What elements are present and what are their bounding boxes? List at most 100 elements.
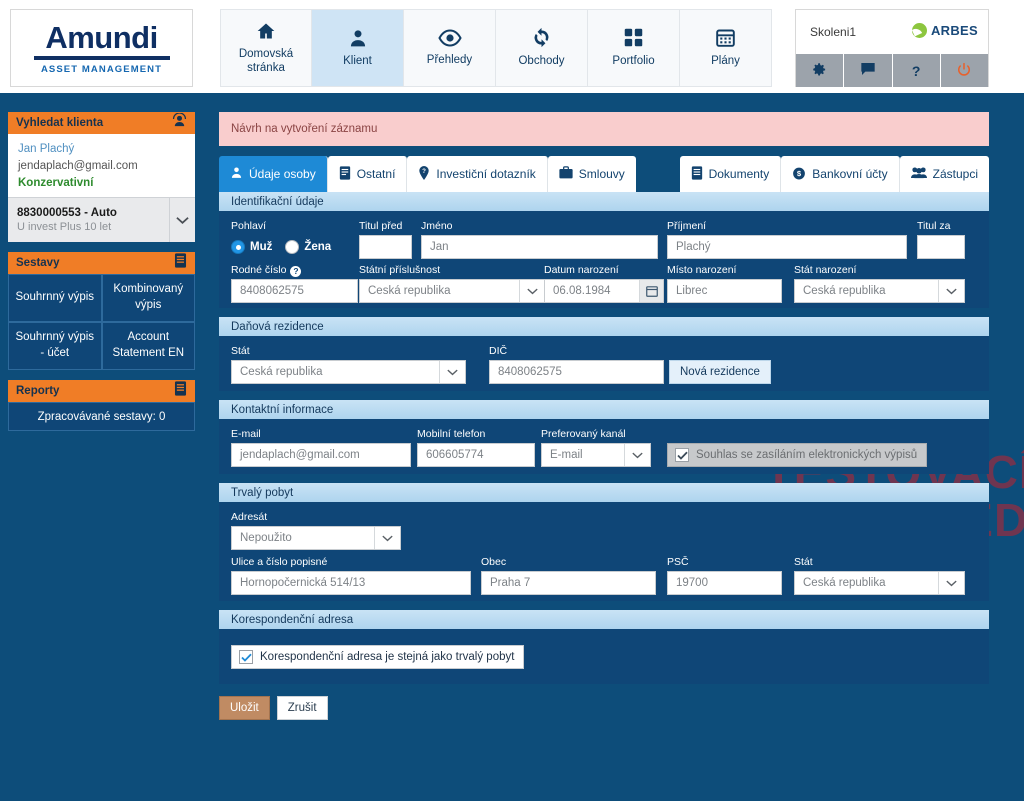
amundi-logo[interactable]: Amundi ASSET MANAGEMENT: [10, 9, 193, 87]
select-value: Česká republika: [240, 366, 323, 378]
account-selector[interactable]: 8830000553 - Auto U invest Plus 10 let: [8, 197, 195, 242]
reporty-panel: Reporty Zpracovávané sestavy: 0: [8, 380, 195, 431]
client-search-header[interactable]: Vyhledat klienta: [8, 112, 195, 134]
field-label: Pohlaví: [231, 220, 267, 232]
rodne-cislo-input[interactable]: 8408062575: [231, 279, 358, 303]
sestavy-header[interactable]: Sestavy: [8, 252, 195, 274]
radio-indicator: [285, 240, 300, 254]
settings-button[interactable]: [796, 54, 845, 87]
tab-udaje-osoby[interactable]: Údaje osoby: [219, 156, 328, 192]
misto-narozeni-input[interactable]: Librec: [667, 279, 782, 303]
field-rodne-cislo: Rodné číslo? 8408062575: [231, 264, 358, 303]
sestava-button-souhrnny-vypis-ucet[interactable]: Souhrnný výpis - účet: [8, 322, 102, 370]
client-email: jendaplach@gmail.com: [18, 160, 138, 172]
sestava-button-account-statement-en[interactable]: Account Statement EN: [101, 322, 195, 370]
select-value: Česká republika: [368, 285, 451, 297]
logo-tagline: ASSET MANAGEMENT: [40, 63, 163, 75]
field-label: Mobilní telefon: [417, 428, 486, 440]
reporty-header[interactable]: Reporty: [8, 380, 195, 402]
trvaly-stat-select[interactable]: Česká republika: [794, 571, 965, 595]
report-icon[interactable]: [174, 253, 187, 273]
question-pin-icon: ?: [418, 165, 430, 183]
dic-input[interactable]: 8408062575: [489, 360, 664, 384]
field-label: Jméno: [421, 220, 453, 232]
tab-ostatni[interactable]: Ostatní: [327, 156, 408, 192]
calendar-icon[interactable]: [639, 280, 663, 302]
preferovany-kanal-select[interactable]: E-mail: [541, 443, 651, 467]
radio-zena[interactable]: Žena: [285, 240, 331, 254]
radio-muz[interactable]: Muž: [231, 240, 272, 254]
field-label: Stát narození: [794, 264, 857, 276]
sidebar: Vyhledat klienta Jan Plachý jendaplach@g…: [8, 112, 195, 441]
field-label-text: Rodné číslo: [231, 264, 287, 276]
tab-investicni-dotaznik[interactable]: ? Investiční dotazník: [407, 156, 548, 192]
tab-label: Investiční dotazník: [436, 167, 536, 181]
tab-zastupci[interactable]: Zástupci: [899, 156, 989, 192]
user-name: Skoleni1: [810, 25, 857, 39]
field-danova-stat: Stát Česká republika: [231, 345, 466, 384]
sestava-button-souhrnny-vypis[interactable]: Souhrnný výpis: [8, 274, 102, 322]
main-content: Návrh na vytvoření záznamu Údaje osoby O…: [219, 112, 989, 720]
help-icon[interactable]: ?: [290, 265, 302, 277]
field-label: Státní příslušnost: [359, 264, 441, 276]
logo-wordmark: Amundi: [45, 19, 158, 55]
field-ulice: Ulice a číslo popisné Hornopočernická 51…: [231, 556, 471, 595]
sestava-button-kombinovany-vypis[interactable]: Kombinovaný výpis: [101, 274, 195, 322]
email-input[interactable]: jendaplach@gmail.com: [231, 443, 411, 467]
form-tab-bar: Údaje osoby Ostatní ? Investiční dotazní…: [219, 156, 989, 192]
logout-button[interactable]: [940, 54, 988, 87]
nav-label: Obchody: [518, 55, 565, 68]
svg-text:?: ?: [423, 168, 427, 175]
tab-label: Dokumenty: [708, 167, 770, 181]
main-navigation: Domovská stránka Klient Přehledy Obchody: [220, 9, 772, 87]
souhlas-elektronicke-vypisy-checkbox[interactable]: Souhlas se zasíláním elektronických výpi…: [667, 443, 928, 467]
messages-button[interactable]: [844, 54, 893, 87]
titul-pred-input[interactable]: [359, 235, 412, 259]
help-button[interactable]: ?: [892, 54, 941, 87]
consent-wrap: Souhlas se zasíláním elektronických výpi…: [667, 443, 928, 467]
nav-item-klient[interactable]: Klient: [312, 9, 404, 87]
field-label: Datum narození: [544, 264, 619, 276]
question-icon: ?: [911, 62, 921, 79]
report-icon[interactable]: [174, 381, 187, 401]
group-icon: [910, 166, 927, 182]
tab-dokumenty[interactable]: Dokumenty: [679, 156, 782, 192]
tab-smlouvy[interactable]: Smlouvy: [547, 156, 636, 192]
datum-narozeni-input[interactable]: 06.08.1984: [544, 279, 664, 303]
field-label: Obec: [481, 556, 507, 568]
titul-za-input[interactable]: [917, 235, 965, 259]
money-icon: $: [792, 166, 806, 183]
field-psc: PSČ 19700: [667, 556, 782, 595]
chevron-down-icon: [519, 280, 545, 302]
nav-item-prehledy[interactable]: Přehledy: [404, 9, 496, 87]
danova-stat-select[interactable]: Česká republika: [231, 360, 466, 384]
chevron-down-icon[interactable]: [169, 198, 195, 242]
nav-item-obchody[interactable]: Obchody: [496, 9, 588, 87]
select-value: Česká republika: [803, 285, 886, 297]
field-titul-pred: Titul před: [359, 220, 412, 259]
obec-input[interactable]: Praha 7: [481, 571, 656, 595]
tab-bankovni-ucty[interactable]: $ Bankovní účty: [781, 156, 900, 192]
client-name-link[interactable]: Jan Plachý: [18, 143, 185, 155]
save-button[interactable]: Uložit: [219, 696, 270, 720]
nav-item-plany[interactable]: Plány: [680, 9, 772, 87]
nova-rezidence-button[interactable]: Nová rezidence: [669, 360, 771, 384]
jmeno-input[interactable]: Jan: [421, 235, 658, 259]
stat-narozeni-select[interactable]: Česká republika: [794, 279, 965, 303]
korespondencni-adresa-stejna-checkbox[interactable]: Korespondenční adresa je stejná jako trv…: [231, 645, 525, 669]
client-search-icon[interactable]: [172, 112, 187, 133]
psc-input[interactable]: 19700: [667, 571, 782, 595]
section-title: Trvalý pobyt: [219, 483, 989, 502]
field-statni-prislusnost: Státní příslušnost Česká republika: [359, 264, 546, 303]
ulice-input[interactable]: Hornopočernická 514/13: [231, 571, 471, 595]
cancel-button[interactable]: Zrušit: [276, 696, 328, 720]
nav-item-domovska-stranka[interactable]: Domovská stránka: [220, 9, 312, 87]
nav-item-portfolio[interactable]: Portfolio: [588, 9, 680, 87]
prijmeni-input[interactable]: Plachý: [667, 235, 907, 259]
user-icon: [348, 28, 368, 48]
mobilni-telefon-input[interactable]: 606605774: [417, 443, 535, 467]
field-stat-narozeni: Stát narození Česká republika: [794, 264, 965, 303]
statni-prislusnost-select[interactable]: Česká republika: [359, 279, 546, 303]
field-titul-za: Titul za: [917, 220, 965, 259]
adresat-select[interactable]: Nepoužito: [231, 526, 401, 550]
